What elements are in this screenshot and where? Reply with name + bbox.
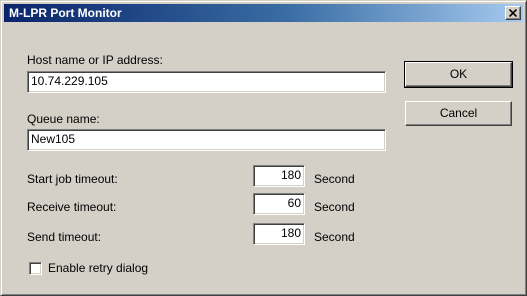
cancel-button[interactable]: Cancel [405, 101, 512, 126]
send-timeout-input[interactable]: 180 [253, 223, 305, 245]
start-job-timeout-input[interactable]: 180 [253, 165, 305, 187]
close-button[interactable] [505, 6, 521, 20]
queue-input[interactable]: New105 [27, 129, 386, 151]
start-job-timeout-unit: Second [314, 172, 355, 186]
window-title: M-LPR Port Monitor [9, 6, 122, 20]
host-input[interactable]: 10.74.229.105 [27, 71, 386, 93]
close-x-icon [509, 9, 517, 17]
title-bar[interactable]: M-LPR Port Monitor [4, 4, 523, 22]
receive-timeout-label: Receive timeout: [27, 200, 117, 214]
queue-label: Queue name: [27, 112, 100, 126]
send-timeout-label: Send timeout: [27, 230, 102, 244]
dialog-window: M-LPR Port Monitor Host name or IP addre… [0, 0, 527, 296]
retry-checkbox-label[interactable]: Enable retry dialog [48, 261, 148, 275]
retry-checkbox[interactable] [29, 262, 42, 275]
receive-timeout-unit: Second [314, 200, 355, 214]
host-label: Host name or IP address: [27, 53, 163, 67]
receive-timeout-input[interactable]: 60 [253, 193, 305, 215]
send-timeout-unit: Second [314, 230, 355, 244]
start-job-timeout-label: Start job timeout: [27, 172, 118, 186]
ok-button[interactable]: OK [404, 61, 513, 88]
